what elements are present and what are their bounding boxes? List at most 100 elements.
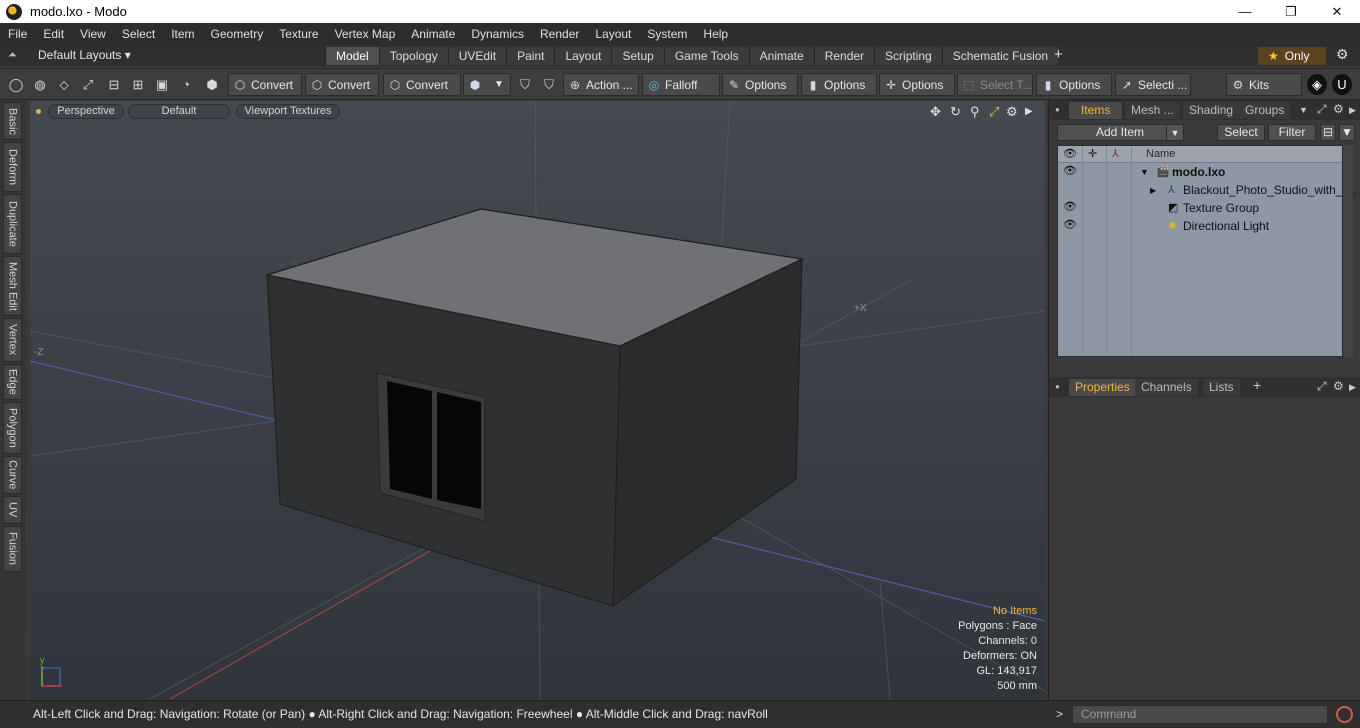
menu-edit[interactable]: Edit bbox=[35, 23, 72, 45]
tab-basic[interactable]: Basic bbox=[3, 102, 22, 140]
tab-properties[interactable]: Properties bbox=[1069, 379, 1136, 396]
panel-settings-icon[interactable]: ⚙ bbox=[1333, 379, 1344, 393]
visibility-eye-icon[interactable]: 👁 bbox=[1063, 200, 1077, 213]
tab-items[interactable]: Items bbox=[1069, 102, 1123, 119]
tab-render[interactable]: Render bbox=[813, 47, 875, 65]
tab-shading[interactable]: Shading bbox=[1183, 102, 1240, 119]
move-view-icon[interactable]: ✥ bbox=[930, 104, 941, 120]
options-button-4[interactable]: ▮ Options bbox=[1036, 73, 1112, 96]
viewport-menu-dot[interactable] bbox=[36, 109, 41, 114]
only-toggle[interactable]: ★ Only bbox=[1258, 47, 1326, 65]
primitive-dropdown[interactable]: ⬢ ▼ bbox=[463, 73, 511, 96]
item-row-modo-lxo[interactable]: 👁 ▼ 🎬 modo.lxo bbox=[1058, 163, 1342, 181]
tab-layout[interactable]: Layout bbox=[554, 47, 612, 65]
menu-item[interactable]: Item bbox=[163, 23, 202, 45]
expand-triangle-icon[interactable]: ▼ bbox=[1140, 167, 1149, 177]
panel-arrow-icon[interactable]: ▶ bbox=[1349, 382, 1356, 393]
tab-scripting[interactable]: Scripting bbox=[874, 47, 942, 65]
tab-game-tools[interactable]: Game Tools bbox=[663, 47, 749, 65]
vertex-mode-icon[interactable]: ◯ bbox=[6, 74, 26, 95]
menu-texture[interactable]: Texture bbox=[271, 23, 326, 45]
filter-button[interactable]: Filter bbox=[1268, 124, 1316, 141]
close-button[interactable]: ✕ bbox=[1314, 0, 1360, 23]
menu-render[interactable]: Render bbox=[532, 23, 587, 45]
add-layout-tab-icon[interactable]: + bbox=[1054, 46, 1063, 63]
add-tab-icon[interactable]: + bbox=[1253, 377, 1261, 393]
tab-mesh-edit[interactable]: Mesh Edit bbox=[3, 256, 22, 316]
tab-polygon[interactable]: Polygon bbox=[3, 402, 22, 454]
shaded-cube-icon[interactable]: ⬢ bbox=[202, 74, 222, 95]
layout-collapse-icon[interactable]: ⏶ bbox=[8, 49, 17, 62]
menu-layout[interactable]: Layout bbox=[587, 23, 639, 45]
panel-menu-dot-icon[interactable]: ● bbox=[1055, 382, 1060, 391]
visibility-eye-icon[interactable]: 👁 bbox=[1063, 164, 1077, 177]
menu-dynamics[interactable]: Dynamics bbox=[463, 23, 532, 45]
tab-topology[interactable]: Topology bbox=[378, 47, 448, 65]
select-button[interactable]: Select bbox=[1217, 124, 1265, 141]
edges-icon[interactable]: ⊟ bbox=[104, 74, 124, 95]
panel-menu-dot-icon[interactable]: ● bbox=[1055, 105, 1060, 114]
name-column-header[interactable]: Name bbox=[1146, 148, 1175, 160]
add-item-button[interactable]: Add Item bbox=[1057, 124, 1183, 141]
record-macro-icon[interactable] bbox=[1336, 706, 1353, 723]
convert-button-1[interactable]: ⬡ Convert bbox=[228, 73, 302, 96]
panel-expand-icon[interactable]: ⤢ bbox=[1317, 379, 1327, 394]
circle-mode-icon[interactable]: ◔ bbox=[176, 74, 196, 95]
item-row-directional-light[interactable]: 👁 ✸ Directional Light bbox=[1058, 217, 1342, 235]
menu-file[interactable]: File bbox=[0, 23, 35, 45]
maximize-view-icon[interactable]: ⤢ bbox=[989, 104, 999, 120]
convert-button-2[interactable]: ⬡ Convert bbox=[305, 73, 379, 96]
3d-viewport[interactable]: y +X -Z Perspective Default Viewport Tex… bbox=[30, 101, 1045, 699]
shading-default-button[interactable]: Default bbox=[128, 104, 230, 119]
minimize-button[interactable]: — bbox=[1222, 0, 1268, 23]
funnel-icon[interactable]: ▼ bbox=[1339, 124, 1355, 141]
visibility-column-icon[interactable]: 👁 bbox=[1063, 147, 1077, 160]
menu-vertex-map[interactable]: Vertex Map bbox=[327, 23, 404, 45]
type-column-icon[interactable]: ⅄ bbox=[1112, 147, 1119, 160]
globe-icon[interactable]: ◍ bbox=[30, 74, 50, 95]
pen-icon[interactable]: ⬦ bbox=[54, 74, 74, 95]
tab-setup[interactable]: Setup bbox=[611, 47, 664, 65]
menu-help[interactable]: Help bbox=[695, 23, 736, 45]
tab-schematic-fusion[interactable]: Schematic Fusion bbox=[941, 47, 1059, 65]
tab-fusion[interactable]: Fusion bbox=[3, 526, 22, 572]
panel-expand-icon[interactable]: ⤢ bbox=[1317, 102, 1327, 117]
panel-arrow-icon[interactable]: ▶ bbox=[1349, 105, 1356, 116]
collapse-triangle-icon[interactable]: ▶ bbox=[1150, 186, 1156, 195]
menu-animate[interactable]: Animate bbox=[403, 23, 463, 45]
command-input[interactable]: Command bbox=[1072, 705, 1328, 724]
tab-duplicate[interactable]: Duplicate bbox=[3, 194, 22, 254]
kits-button[interactable]: ⚙ Kits bbox=[1226, 73, 1302, 96]
rotate-view-icon[interactable]: ↻ bbox=[950, 104, 961, 120]
options-button-2[interactable]: ▮ Options bbox=[801, 73, 877, 96]
view-perspective-button[interactable]: Perspective bbox=[48, 104, 124, 119]
unreal-icon[interactable]: U bbox=[1332, 74, 1352, 95]
options-button-3[interactable]: ✛ Options bbox=[879, 73, 955, 96]
select-through-button[interactable]: ⬚ Select T... bbox=[957, 73, 1033, 96]
default-layouts-dropdown[interactable]: Default Layouts ▾ bbox=[38, 48, 131, 62]
snap-shield-icon[interactable]: ⛉ bbox=[539, 74, 559, 95]
convert-button-3[interactable]: ⬡ Convert bbox=[383, 73, 461, 96]
options-button-1[interactable]: ✎ Options bbox=[722, 73, 798, 96]
tab-edge[interactable]: Edge bbox=[3, 364, 22, 400]
items-scrollbar[interactable] bbox=[1343, 145, 1353, 357]
panel-settings-icon[interactable]: ⚙ bbox=[1333, 102, 1344, 116]
menu-view[interactable]: View bbox=[72, 23, 114, 45]
tab-channels[interactable]: Channels bbox=[1135, 379, 1198, 396]
brush-icon[interactable]: ⤢ bbox=[78, 74, 98, 95]
list-options-icon[interactable]: ⊟ bbox=[1320, 124, 1336, 141]
zoom-view-icon[interactable]: ⚲ bbox=[970, 104, 980, 120]
tab-uvedit[interactable]: UVEdit bbox=[447, 47, 507, 65]
selection-button[interactable]: ➚ Selecti ... bbox=[1115, 73, 1191, 96]
tab-lists[interactable]: Lists bbox=[1203, 379, 1240, 396]
menu-geometry[interactable]: Geometry bbox=[203, 23, 272, 45]
action-center-button[interactable]: ⊕ Action ... bbox=[563, 73, 639, 96]
tabs-dropdown-icon[interactable]: ▼ bbox=[1299, 105, 1308, 115]
gear-icon[interactable]: ⚙ bbox=[1336, 46, 1349, 63]
items-tree[interactable]: 👁 ✛ ⅄ Name 👁 ▼ 🎬 modo.lxo ▶ ⅄ Blackout_P… bbox=[1057, 145, 1356, 357]
viewport-textures-button[interactable]: Viewport Textures bbox=[236, 104, 340, 119]
falloff-button[interactable]: ◎ Falloff bbox=[642, 73, 720, 96]
maximize-button[interactable]: ❐ bbox=[1268, 0, 1314, 23]
tab-curve[interactable]: Curve bbox=[3, 456, 22, 494]
tab-paint[interactable]: Paint bbox=[506, 47, 555, 65]
